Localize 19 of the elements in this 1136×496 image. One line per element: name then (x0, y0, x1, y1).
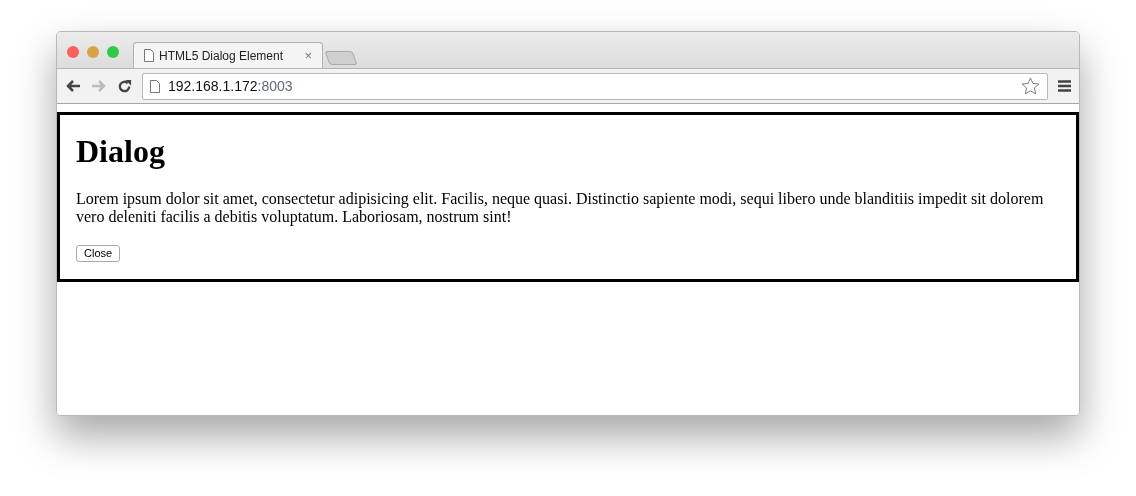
dialog-text: Lorem ipsum dolor sit amet, consectetur adipisicing elit. Facilis, neque quasi. Distinctio sapiente modi, sequi libero unde blanditiis impedit sit dolorem vero deleniti facilis a debitis voluptatum. Laboriosam, nostrum sint! (76, 190, 1045, 226)
maximize-window-icon[interactable] (107, 46, 119, 58)
page-icon (150, 79, 160, 93)
close-window-icon[interactable] (67, 46, 79, 58)
dialog-heading: Dialog (76, 133, 166, 170)
page-icon (144, 49, 154, 62)
minimize-window-icon[interactable] (87, 46, 99, 58)
browser-tab[interactable]: HTML5 Dialog Element × (133, 42, 323, 68)
star-icon[interactable] (1021, 77, 1040, 95)
menu-icon[interactable] (1058, 80, 1071, 92)
back-icon[interactable] (65, 79, 81, 93)
forward-icon[interactable] (91, 79, 107, 93)
tab-close-button[interactable]: × (304, 45, 312, 66)
tab-title: HTML5 Dialog Element (159, 47, 285, 65)
new-tab-button[interactable] (324, 51, 358, 65)
url-text: 192.168.1.172:8003 (168, 76, 294, 96)
reload-icon[interactable] (117, 78, 132, 94)
close-button[interactable]: Close (76, 245, 121, 262)
address-bar[interactable]: 192.168.1.172:8003 (142, 72, 1048, 100)
